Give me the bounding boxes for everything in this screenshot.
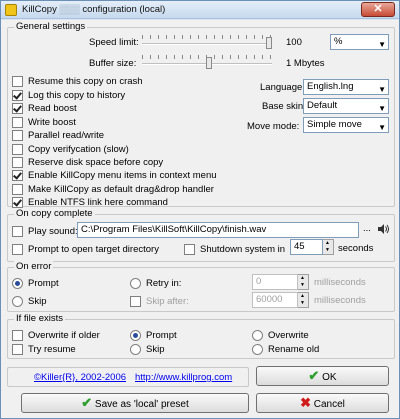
on-complete-legend: On copy complete (14, 208, 95, 219)
speed-limit-label: Speed limit: (89, 37, 139, 48)
option-write-boost[interactable]: Write boost (12, 116, 76, 129)
error-prompt-radio[interactable]: Prompt (12, 277, 59, 290)
window-title: KillCopy ▒▒▒ configuration (local) (22, 4, 166, 15)
checkmark-icon: ✔ (81, 395, 93, 410)
general-settings-legend: General settings (14, 21, 88, 32)
save-preset-button[interactable]: ✔ Save as 'local' preset (21, 393, 249, 413)
website-link[interactable]: http://www.killprog.com (135, 372, 232, 383)
chevron-down-icon: ▼ (378, 123, 386, 132)
exists-prompt-radio[interactable]: Prompt (130, 329, 177, 342)
cancel-x-icon: ✖ (300, 395, 311, 410)
base-skin-select[interactable]: Default ▼ (303, 98, 389, 114)
skip-after-unit: milliseconds (314, 295, 366, 306)
base-skin-label: Base skin: (262, 101, 306, 112)
browse-sound-button[interactable]: ... (363, 223, 371, 234)
shutdown-spinner[interactable]: ▲ ▼ (323, 239, 334, 255)
speed-limit-slider[interactable] (142, 35, 272, 49)
speaker-icon[interactable] (377, 223, 389, 235)
shutdown-unit: seconds (338, 243, 374, 254)
buffer-size-slider[interactable] (142, 55, 272, 69)
exists-rename-old-radio[interactable]: Rename old (252, 343, 319, 356)
skip-after-spinner[interactable]: ▲ ▼ (298, 292, 309, 308)
exists-overwrite-radio[interactable]: Overwrite (252, 329, 309, 342)
buffer-size-label: Buffer size: (89, 58, 137, 69)
speed-unit-select[interactable]: % ▼ (330, 34, 389, 50)
error-retry-radio[interactable]: Retry in: (130, 277, 181, 290)
play-sound-checkbox[interactable]: Play sound: (12, 225, 78, 238)
overwrite-older-checkbox[interactable]: Overwrite if older (12, 329, 100, 342)
copyright-link[interactable]: ©Killer{R}, 2002-2006 (34, 372, 126, 383)
title-blurred: ▒▒▒ (59, 4, 80, 15)
checkmark-icon: ✔ (308, 368, 320, 383)
skip-after-checkbox[interactable]: Skip after: (130, 295, 189, 308)
option-copy-verification[interactable]: Copy verifycation (slow) (12, 143, 129, 156)
shutdown-checkbox[interactable]: Shutdown system in (184, 243, 285, 256)
try-resume-checkbox[interactable]: Try resume (12, 343, 76, 356)
option-context-menu[interactable]: Enable KillCopy menu items in context me… (12, 169, 217, 182)
retry-unit: milliseconds (314, 277, 366, 288)
exists-skip-radio[interactable]: Skip (130, 343, 164, 356)
option-parallel-rw[interactable]: Parallel read/write (12, 129, 104, 142)
language-label: Language: (260, 82, 305, 93)
if-exists-legend: If file exists (14, 313, 65, 324)
skip-after-ms-input[interactable]: 60000 (252, 292, 298, 308)
cancel-button[interactable]: ✖ Cancel (256, 393, 389, 413)
language-select[interactable]: English.lng ▼ (303, 79, 389, 95)
title-bar[interactable]: KillCopy ▒▒▒ configuration (local) ✕ (1, 1, 399, 19)
config-window: KillCopy ▒▒▒ configuration (local) ✕ Gen… (0, 0, 400, 419)
buffer-slider-thumb[interactable] (206, 57, 212, 69)
move-mode-select[interactable]: Simple move ▼ (303, 117, 389, 133)
shutdown-seconds-input[interactable]: 45 (290, 239, 323, 255)
error-skip-radio[interactable]: Skip (12, 295, 46, 308)
buffer-value: 1 Mbytes (286, 58, 325, 69)
chevron-down-icon: ▼ (378, 85, 386, 94)
option-read-boost[interactable]: Read boost (12, 102, 77, 115)
speed-slider-thumb[interactable] (266, 37, 272, 49)
chevron-down-icon: ▼ (378, 40, 386, 49)
option-resume-on-crash[interactable]: Resume this copy on crash (12, 75, 143, 88)
close-button[interactable]: ✕ (361, 2, 395, 17)
on-error-legend: On error (14, 261, 54, 272)
move-mode-label: Move mode: (247, 121, 300, 132)
option-default-dragdrop[interactable]: Make KillCopy as default drag&drop handl… (12, 183, 214, 196)
speed-value: 100 (286, 37, 302, 48)
option-log-history[interactable]: Log this copy to history (12, 89, 125, 102)
chevron-down-icon: ▼ (378, 104, 386, 113)
killcopy-logo-icon (5, 4, 17, 16)
ok-button[interactable]: ✔ OK (256, 366, 389, 386)
prompt-target-dir-checkbox[interactable]: Prompt to open target directory (12, 243, 159, 256)
sound-path-input[interactable]: C:\Program Files\KillSoft\KillCopy\finis… (77, 222, 359, 238)
option-reserve-disk[interactable]: Reserve disk space before copy (12, 156, 163, 169)
retry-ms-input[interactable]: 0 (252, 274, 298, 290)
retry-spinner[interactable]: ▲ ▼ (298, 274, 309, 290)
